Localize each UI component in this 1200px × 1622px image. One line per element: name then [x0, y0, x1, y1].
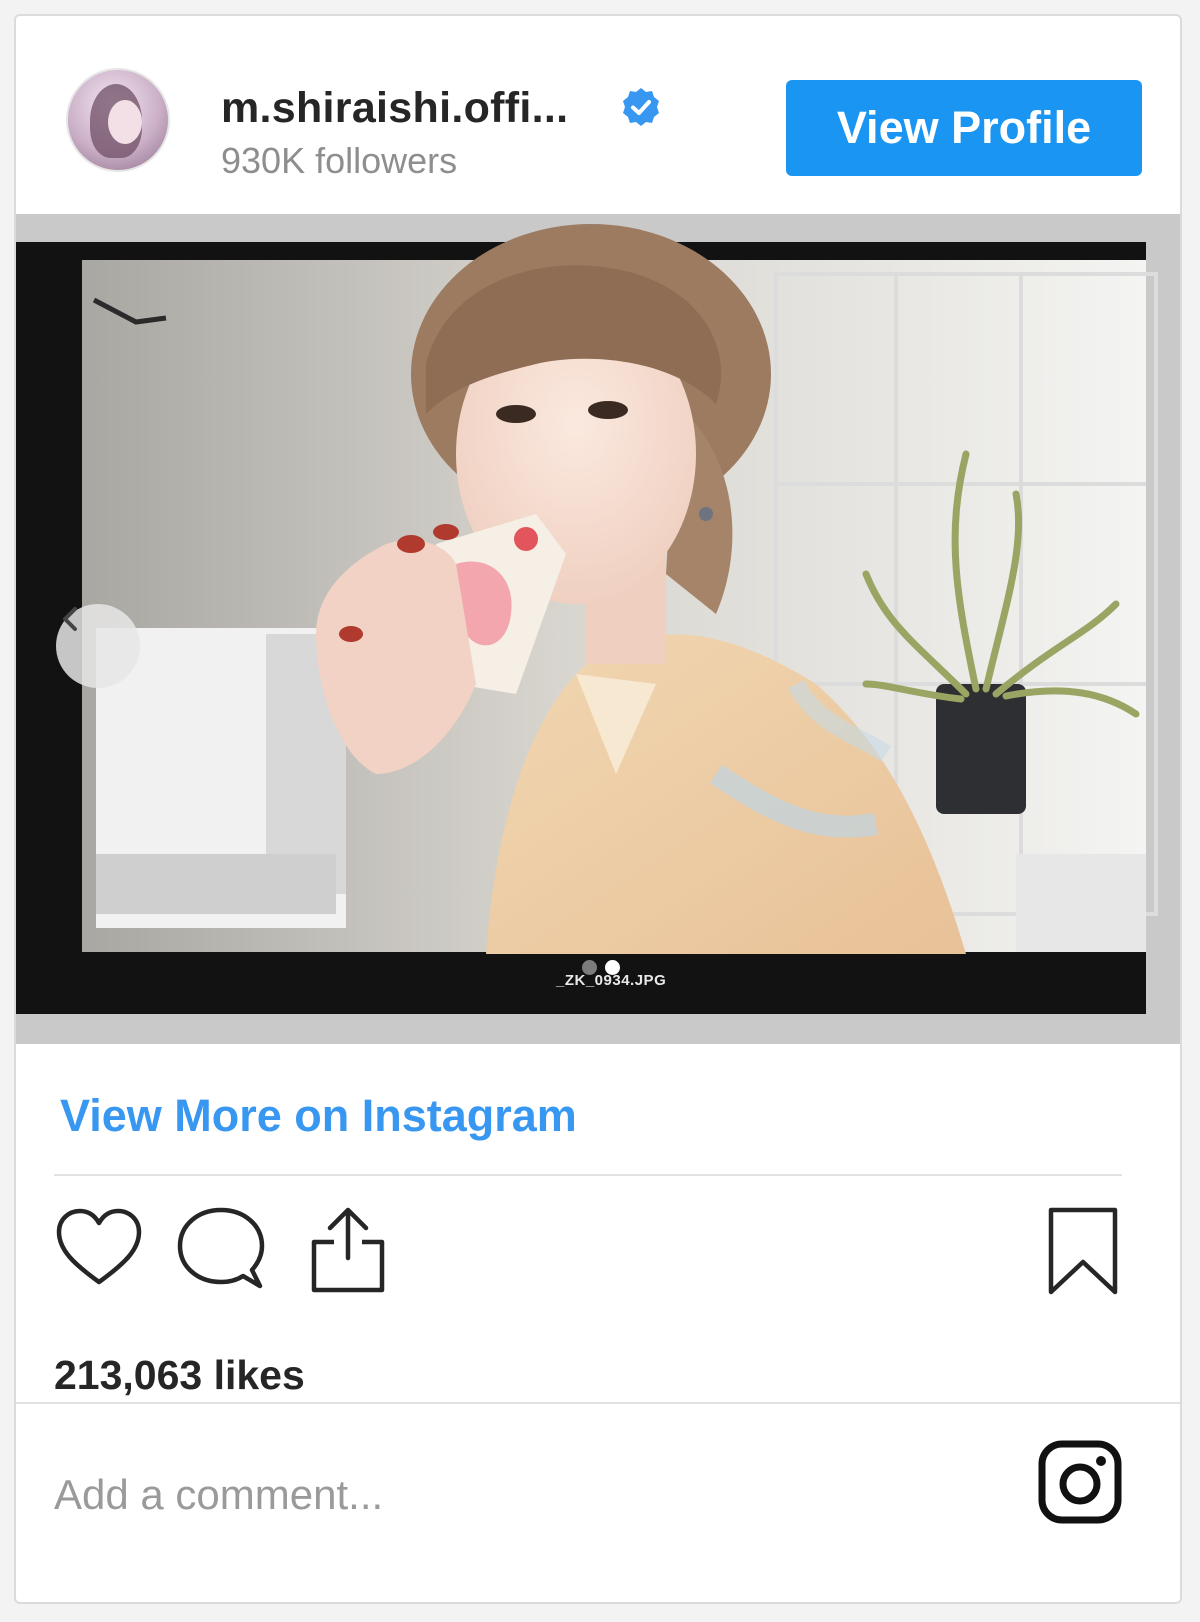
- follower-count: 930K followers: [221, 140, 458, 181]
- avatar[interactable]: [66, 68, 170, 172]
- verified-badge-icon: [623, 88, 659, 126]
- comment-icon[interactable]: [176, 1206, 266, 1292]
- divider: [54, 1174, 1122, 1176]
- heart-icon[interactable]: [54, 1206, 144, 1290]
- view-more-on-instagram-link[interactable]: View More on Instagram: [60, 1090, 577, 1142]
- view-profile-button[interactable]: View Profile: [786, 80, 1142, 176]
- username[interactable]: m.shiraishi.offi...: [221, 84, 568, 133]
- post-header: m.shiraishi.offi... 930K followers View …: [16, 16, 1180, 214]
- instagram-icon[interactable]: [1038, 1440, 1122, 1524]
- carousel-dot-active[interactable]: [605, 960, 620, 975]
- chevron-left-icon: [63, 607, 77, 631]
- post-image[interactable]: _ZK_0934.JPG: [16, 214, 1180, 1044]
- avatar-face: [108, 100, 142, 144]
- photo-illustration: [16, 214, 1180, 1044]
- share-icon[interactable]: [306, 1206, 390, 1294]
- like-count[interactable]: 213,063 likes: [54, 1352, 305, 1399]
- previous-slide-button[interactable]: [56, 604, 140, 688]
- bookmark-icon[interactable]: [1046, 1206, 1120, 1296]
- divider: [16, 1402, 1180, 1404]
- add-comment-input[interactable]: [52, 1454, 956, 1536]
- carousel-dot[interactable]: [582, 960, 597, 975]
- instagram-embed-card: m.shiraishi.offi... 930K followers View …: [14, 14, 1182, 1604]
